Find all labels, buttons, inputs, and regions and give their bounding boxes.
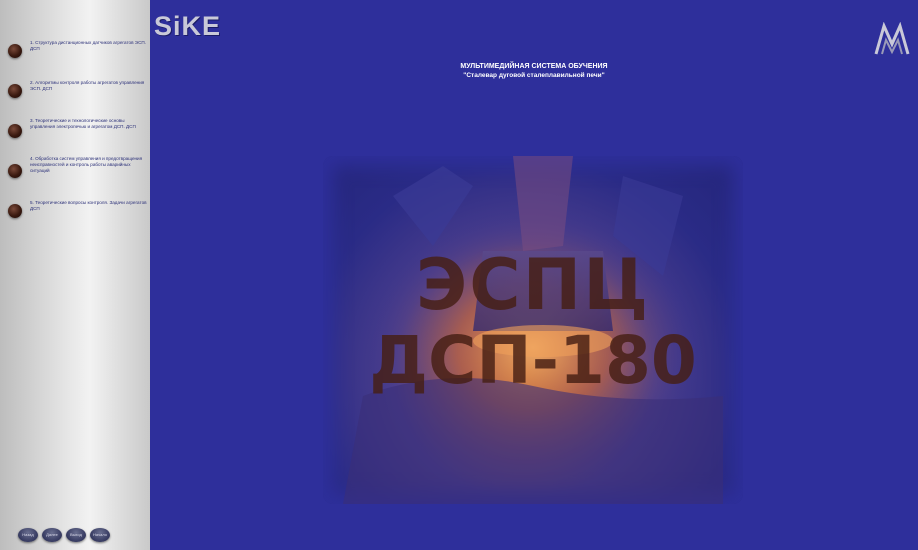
- page-subtitle: "Сталевар дуговой сталеплавильной печи": [463, 72, 605, 79]
- main-area: SiKE МУЛЬТИМЕДИЙНАЯ СИСТЕМА ОБУЧЕНИЯ "Ст…: [150, 0, 918, 550]
- home-button[interactable]: Начало: [90, 528, 110, 542]
- exit-button[interactable]: Выход: [66, 528, 86, 542]
- next-button[interactable]: Далее: [42, 528, 62, 542]
- menu-item-label: 1. Структура дистанционных датчиков агре…: [30, 40, 146, 51]
- back-button[interactable]: Назад: [18, 528, 38, 542]
- page-title: МУЛЬТИМЕДИЙНАЯ СИСТЕМА ОБУЧЕНИЯ: [460, 63, 608, 70]
- menu-item-3[interactable]: 3. Теоретические и технологические основ…: [8, 118, 148, 146]
- hero-title-line1: ЭСПЦ: [415, 244, 651, 326]
- bullet-icon: [8, 204, 22, 218]
- menu-item-2[interactable]: 2. Алгоритмы контроля работы агрегатов у…: [8, 80, 148, 104]
- menu-item-5[interactable]: 5. Теоретические вопросы контроля. Задач…: [8, 200, 148, 222]
- menu-item-label: 4. Обработка систем управления и предотв…: [30, 156, 143, 173]
- menu-item-label: 5. Теоретические вопросы контроля. Задач…: [30, 200, 147, 211]
- menu-item-label: 2. Алгоритмы контроля работы агрегатов у…: [30, 80, 145, 91]
- bullet-icon: [8, 84, 22, 98]
- sidebar: 1. Структура дистанционных датчиков агре…: [0, 0, 150, 550]
- mmk-logo-icon: [874, 22, 910, 55]
- sike-logo: SiKE: [154, 11, 222, 41]
- bullet-icon: [8, 164, 22, 178]
- bullet-icon: [8, 124, 22, 138]
- hero-title-line2: ДСП-180: [369, 322, 697, 399]
- hero-image: ЭСПЦ ДСП-180: [323, 156, 743, 504]
- menu-item-label: 3. Теоретические и технологические основ…: [30, 118, 136, 129]
- menu-item-1[interactable]: 1. Структура дистанционных датчиков агре…: [8, 40, 148, 64]
- bullet-icon: [8, 44, 22, 58]
- menu-item-4[interactable]: 4. Обработка систем управления и предотв…: [8, 156, 148, 186]
